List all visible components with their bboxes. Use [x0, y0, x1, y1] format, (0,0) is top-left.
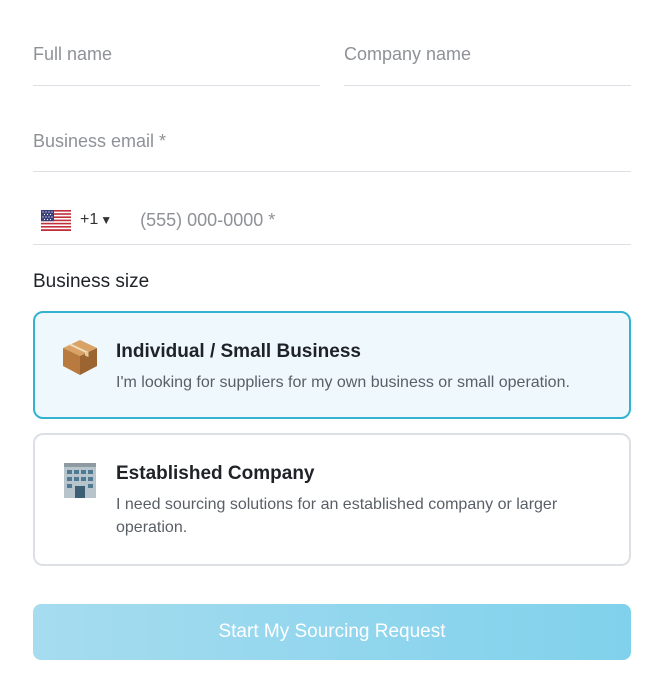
company-name-input[interactable] — [344, 44, 631, 65]
option-description: I'm looking for suppliers for my own bus… — [116, 374, 570, 391]
country-code-selector[interactable]: +1 ▼ — [80, 211, 112, 229]
business-size-option-individual[interactable]: Individual / Small Business I'm looking … — [33, 311, 631, 419]
business-email-input[interactable] — [33, 131, 631, 152]
phone-input[interactable] — [140, 209, 631, 231]
us-flag-icon — [41, 209, 71, 231]
business-email-field[interactable] — [33, 131, 631, 172]
dropdown-arrow-icon: ▼ — [100, 213, 113, 227]
option-title: Established Company — [116, 463, 315, 484]
option-description: I need sourcing solutions for an establi… — [116, 496, 558, 536]
country-code-label: +1 — [80, 211, 99, 228]
business-size-label: Business size — [33, 271, 150, 292]
company-name-field[interactable] — [344, 44, 631, 86]
office-building-icon — [64, 463, 96, 498]
full-name-field[interactable] — [33, 44, 320, 86]
package-icon — [63, 340, 97, 375]
start-sourcing-request-button[interactable]: Start My Sourcing Request — [33, 604, 631, 660]
option-title: Individual / Small Business — [116, 341, 361, 362]
business-size-option-established[interactable]: Established Company I need sourcing solu… — [33, 433, 631, 566]
full-name-input[interactable] — [33, 44, 320, 65]
phone-field[interactable]: +1 ▼ — [33, 196, 631, 245]
